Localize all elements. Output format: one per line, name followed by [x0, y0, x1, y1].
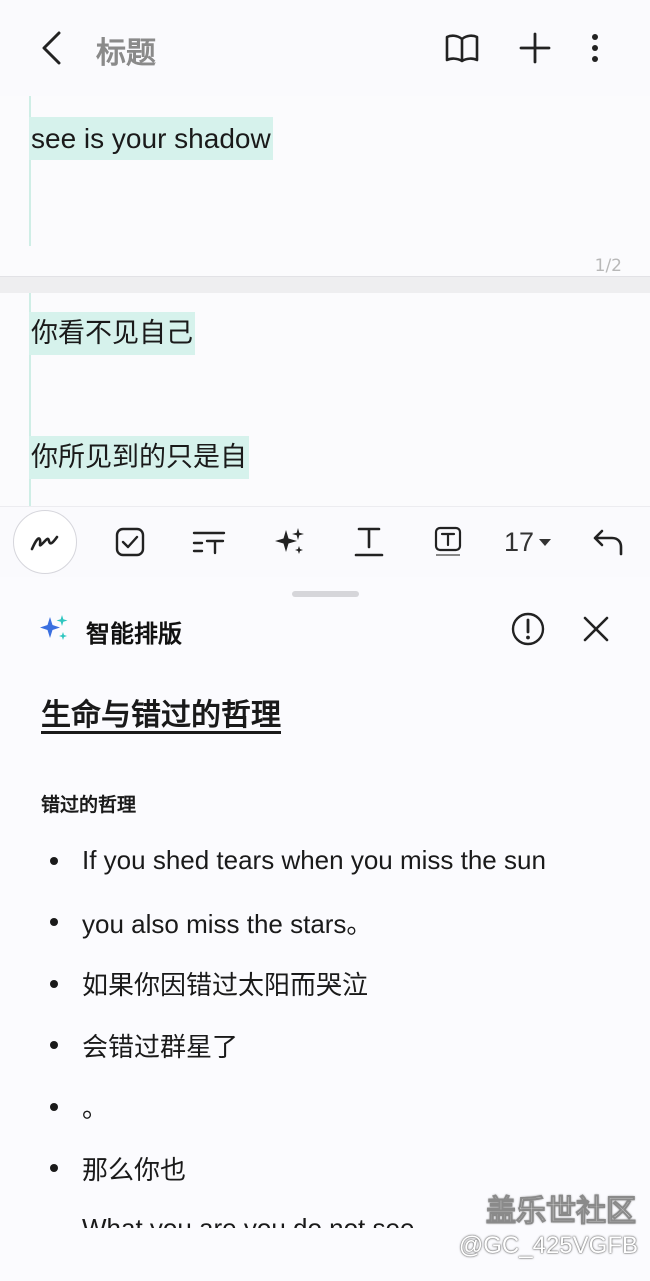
generated-subheading: 错过的哲理	[41, 794, 137, 816]
page-divider	[0, 276, 650, 294]
list-item-text: 如果你因错过太阳而哭泣	[82, 970, 369, 1001]
list-item-text: you also miss the stars。	[82, 908, 373, 939]
watermark-user: @GC_425VGFB	[458, 1232, 638, 1259]
note-page-2[interactable]: 你看不见自己 你所见到的只是自	[0, 293, 650, 507]
font-size-value: 17	[503, 526, 535, 557]
bullet-dot	[50, 856, 58, 865]
generated-doc-title: 生命与错过的哲理	[41, 698, 281, 733]
drag-handle[interactable]	[292, 591, 359, 597]
top-app-bar: 标题	[0, 0, 650, 96]
pen-mode-button[interactable]	[13, 507, 77, 577]
list-item: If you shed tears when you miss the sun	[50, 830, 620, 892]
note-text-line[interactable]: 你看不见自己	[29, 311, 195, 355]
list-item-text: 会错过群星了	[82, 1031, 239, 1062]
info-icon[interactable]	[507, 608, 549, 650]
checkbox-icon[interactable]	[102, 507, 158, 577]
list-item-text: If you shed tears when you miss the sun	[82, 845, 546, 876]
watermark-brand: 盖乐世社区	[486, 1194, 637, 1230]
list-item-text: 。	[82, 1093, 109, 1124]
highlighted-text[interactable]: 你所见到的只是自	[29, 436, 249, 479]
more-vertical-icon[interactable]	[573, 26, 617, 70]
ai-sparkle-icon	[38, 612, 72, 646]
note-title[interactable]: 标题	[96, 28, 156, 72]
highlighted-text[interactable]: see is your shadow	[29, 117, 273, 160]
list-item-text: 那么你也	[82, 1154, 187, 1185]
bullet-dot	[50, 918, 58, 927]
list-item: you also miss the stars。	[50, 892, 620, 954]
generated-bullet-list: If you shed tears when you miss the sun …	[50, 830, 620, 1199]
note-text-line[interactable]: 你所见到的只是自	[29, 435, 249, 479]
list-item: 会错过群星了	[50, 1015, 620, 1077]
text-box-icon[interactable]	[420, 507, 476, 577]
ai-sparkle-icon[interactable]	[262, 507, 318, 577]
close-icon[interactable]	[575, 608, 617, 650]
undo-icon[interactable]	[580, 507, 636, 577]
panel-title: 智能排版	[86, 620, 182, 648]
list-item: 如果你因错过太阳而哭泣	[50, 953, 620, 1015]
formatting-toolbar: 17	[0, 506, 650, 578]
caret-down-icon	[539, 539, 552, 546]
page-indicator: 1/2	[594, 256, 622, 276]
list-item: 。	[50, 1076, 620, 1138]
highlighted-text[interactable]: 你看不见自己	[29, 312, 195, 355]
book-icon[interactable]	[440, 26, 484, 70]
note-page-1[interactable]: see is your shadow	[0, 96, 650, 278]
partial-list-item: What you are you do not see	[82, 1213, 415, 1228]
plus-icon[interactable]	[513, 26, 557, 70]
bullet-dot	[50, 979, 58, 988]
back-icon[interactable]	[30, 26, 74, 70]
text-format-icon[interactable]	[181, 507, 237, 577]
note-text-line[interactable]: see is your shadow	[29, 117, 273, 160]
text-underline-icon[interactable]	[341, 507, 397, 577]
bullet-dot	[50, 1164, 58, 1173]
bullet-dot	[50, 1102, 58, 1111]
font-size-dropdown[interactable]: 17	[498, 507, 558, 577]
pen-icon	[13, 510, 77, 574]
bullet-dot	[50, 1041, 58, 1050]
